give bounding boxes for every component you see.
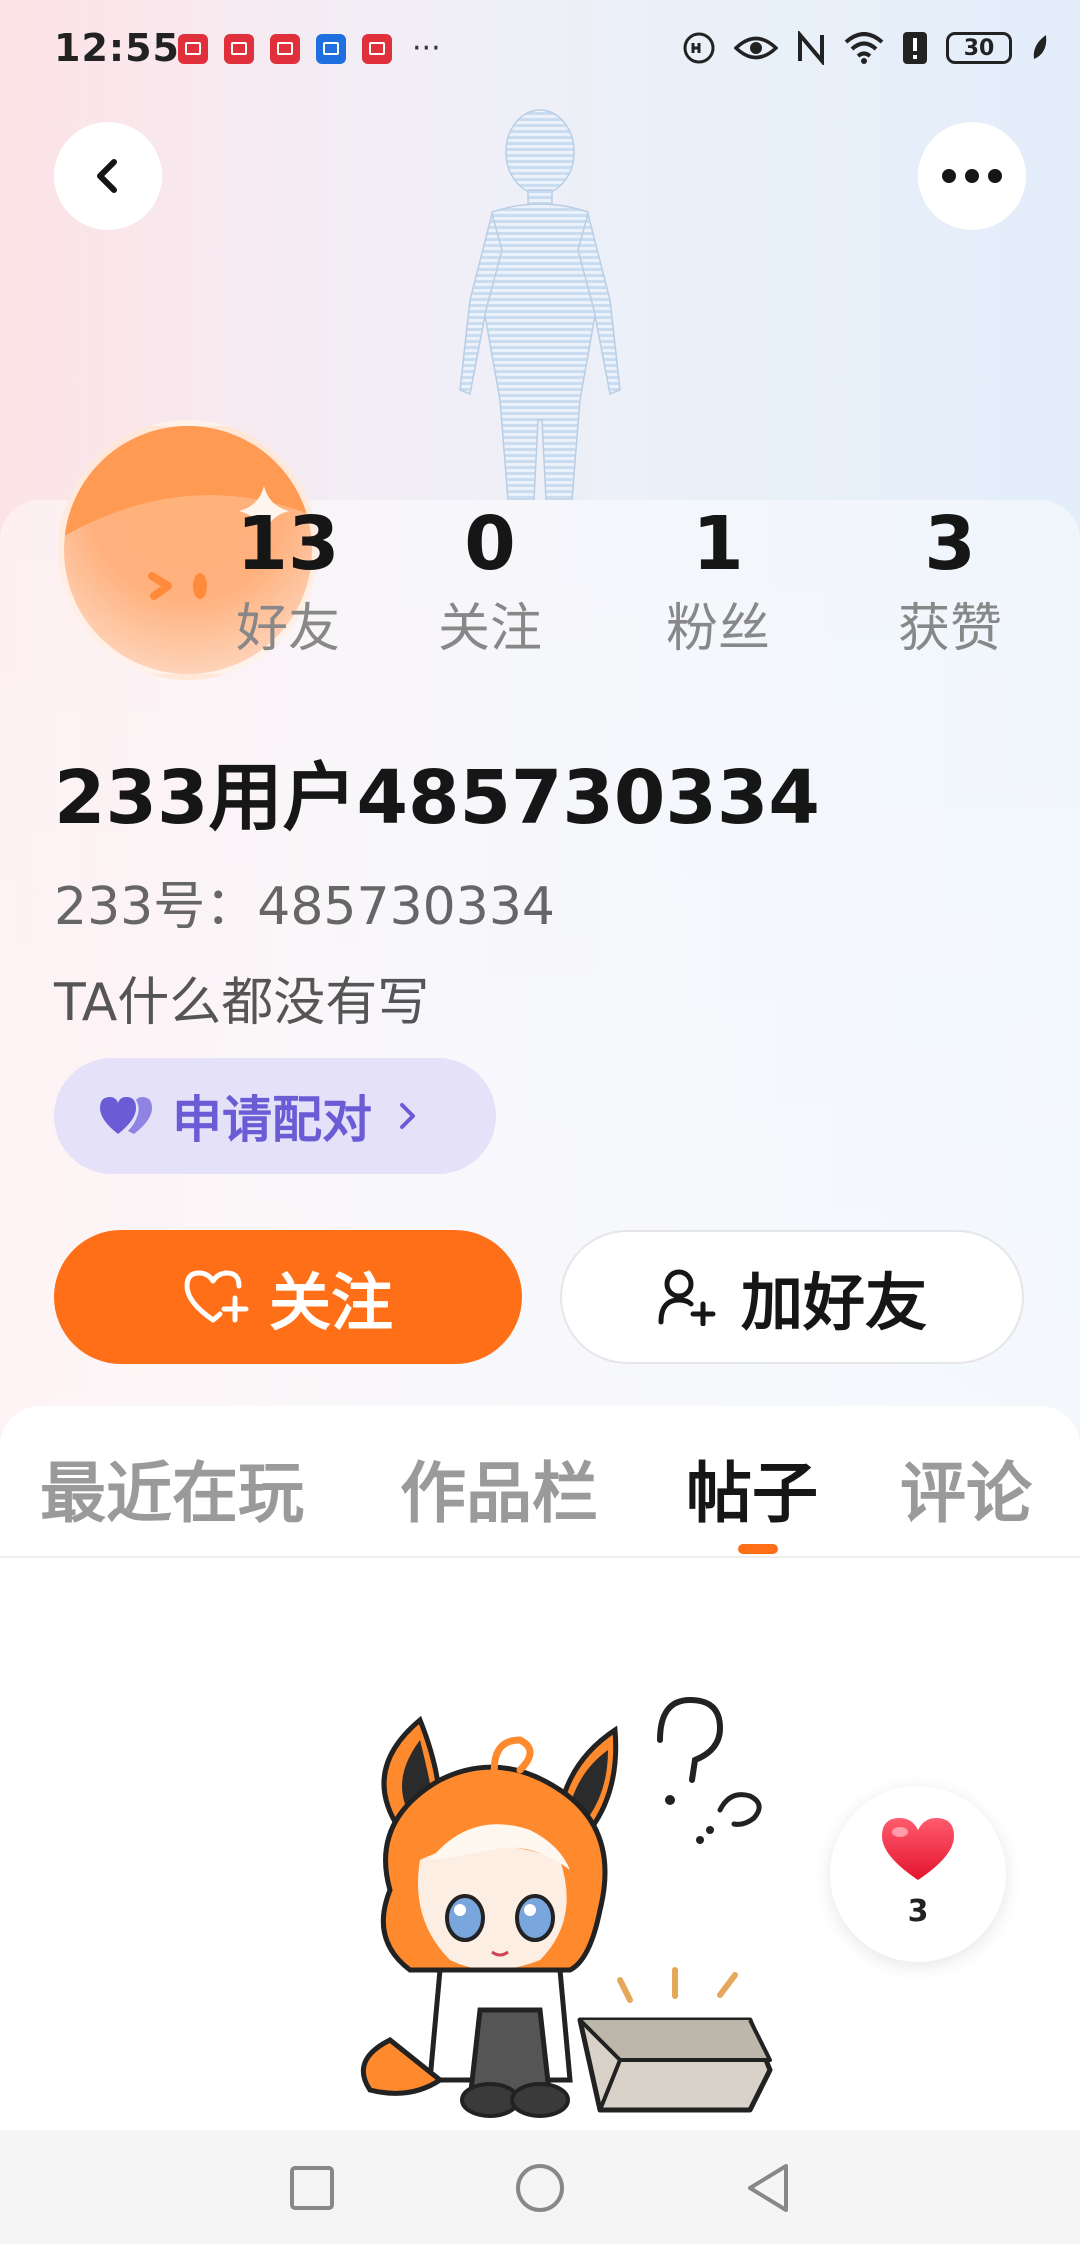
book-icon — [270, 34, 300, 64]
book-icon — [362, 34, 392, 64]
stat-followers[interactable]: 1 粉丝 — [638, 500, 798, 664]
empty-state-illustration — [360, 1696, 773, 2118]
like-button[interactable]: 3 — [830, 1786, 1006, 1962]
alert-icon — [902, 30, 928, 66]
active-tab-indicator — [738, 1544, 778, 1554]
add-friend-label: 加好友 — [740, 1266, 927, 1339]
back-nav-button[interactable] — [738, 2158, 798, 2218]
hd-call-icon — [682, 30, 716, 66]
home-button[interactable] — [510, 2158, 570, 2218]
stat-friends[interactable]: 13 好友 — [208, 500, 368, 664]
stat-following[interactable]: 0 关注 — [410, 500, 570, 664]
hologram-figure[interactable] — [430, 100, 650, 500]
triangle-back-icon — [748, 2164, 788, 2212]
heart-icon — [100, 1097, 152, 1134]
battery-indicator: 30 — [946, 32, 1012, 64]
stat-label: 粉丝 — [665, 599, 770, 659]
more-notifications: ··· — [412, 31, 441, 66]
system-navigation-bar — [0, 2130, 1080, 2244]
circle-icon — [516, 2164, 564, 2212]
follow-label: 关注 — [268, 1266, 393, 1339]
stat-value: 3 — [924, 501, 976, 587]
request-pair-label: 申请配对 — [172, 1091, 372, 1149]
book-icon — [224, 34, 254, 64]
recents-button[interactable] — [282, 2158, 342, 2218]
like-count: 3 — [907, 1894, 929, 1929]
nfc-icon — [796, 30, 826, 66]
stat-value: 1 — [692, 501, 744, 587]
tab-works[interactable]: 作品栏 — [400, 1440, 598, 1536]
username: 233用户485730334 — [54, 755, 820, 841]
tab-comments[interactable]: 评论 — [900, 1440, 1032, 1536]
status-bar: 12:55 ··· 30 — [0, 0, 1080, 100]
book-icon — [178, 34, 208, 64]
follow-button[interactable]: 关注 — [54, 1230, 522, 1364]
wifi-icon — [844, 30, 884, 66]
square-icon — [290, 2166, 334, 2210]
chevron-right-icon — [400, 1103, 415, 1129]
ellipsis-icon — [942, 169, 1002, 183]
heart-plus-icon — [184, 1270, 249, 1323]
tab-recently-played[interactable]: 最近在玩 — [40, 1440, 304, 1536]
back-button[interactable] — [54, 122, 162, 230]
status-time: 12:55 — [54, 26, 180, 70]
eye-icon — [734, 30, 778, 66]
add-friend-button[interactable]: 加好友 — [560, 1230, 1024, 1364]
chevron-left-icon — [97, 159, 117, 193]
bulb-icon — [316, 34, 346, 64]
leaf-icon — [1030, 30, 1050, 66]
more-options-button[interactable] — [918, 122, 1026, 230]
stat-label: 获赞 — [897, 599, 1002, 659]
user-bio: TA什么都没有写 — [54, 973, 430, 1033]
system-icons: 30 — [682, 30, 1050, 66]
request-pair-button[interactable]: 申请配对 — [54, 1058, 496, 1174]
stat-value: 13 — [236, 501, 340, 587]
stat-label: 好友 — [235, 599, 340, 659]
notification-icons: ··· — [178, 34, 441, 64]
add-user-icon — [658, 1269, 716, 1326]
profile-stats: 13 好友 0 关注 1 粉丝 3 获赞 — [0, 500, 1080, 680]
tab-posts[interactable]: 帖子 — [686, 1440, 818, 1536]
stat-likes[interactable]: 3 获赞 — [870, 500, 1030, 664]
stat-label: 关注 — [437, 599, 542, 659]
user-id: 233号：485730334 — [54, 877, 556, 937]
tab-divider — [0, 1556, 1080, 1558]
stat-value: 0 — [464, 501, 516, 587]
heart-icon — [882, 1818, 954, 1880]
